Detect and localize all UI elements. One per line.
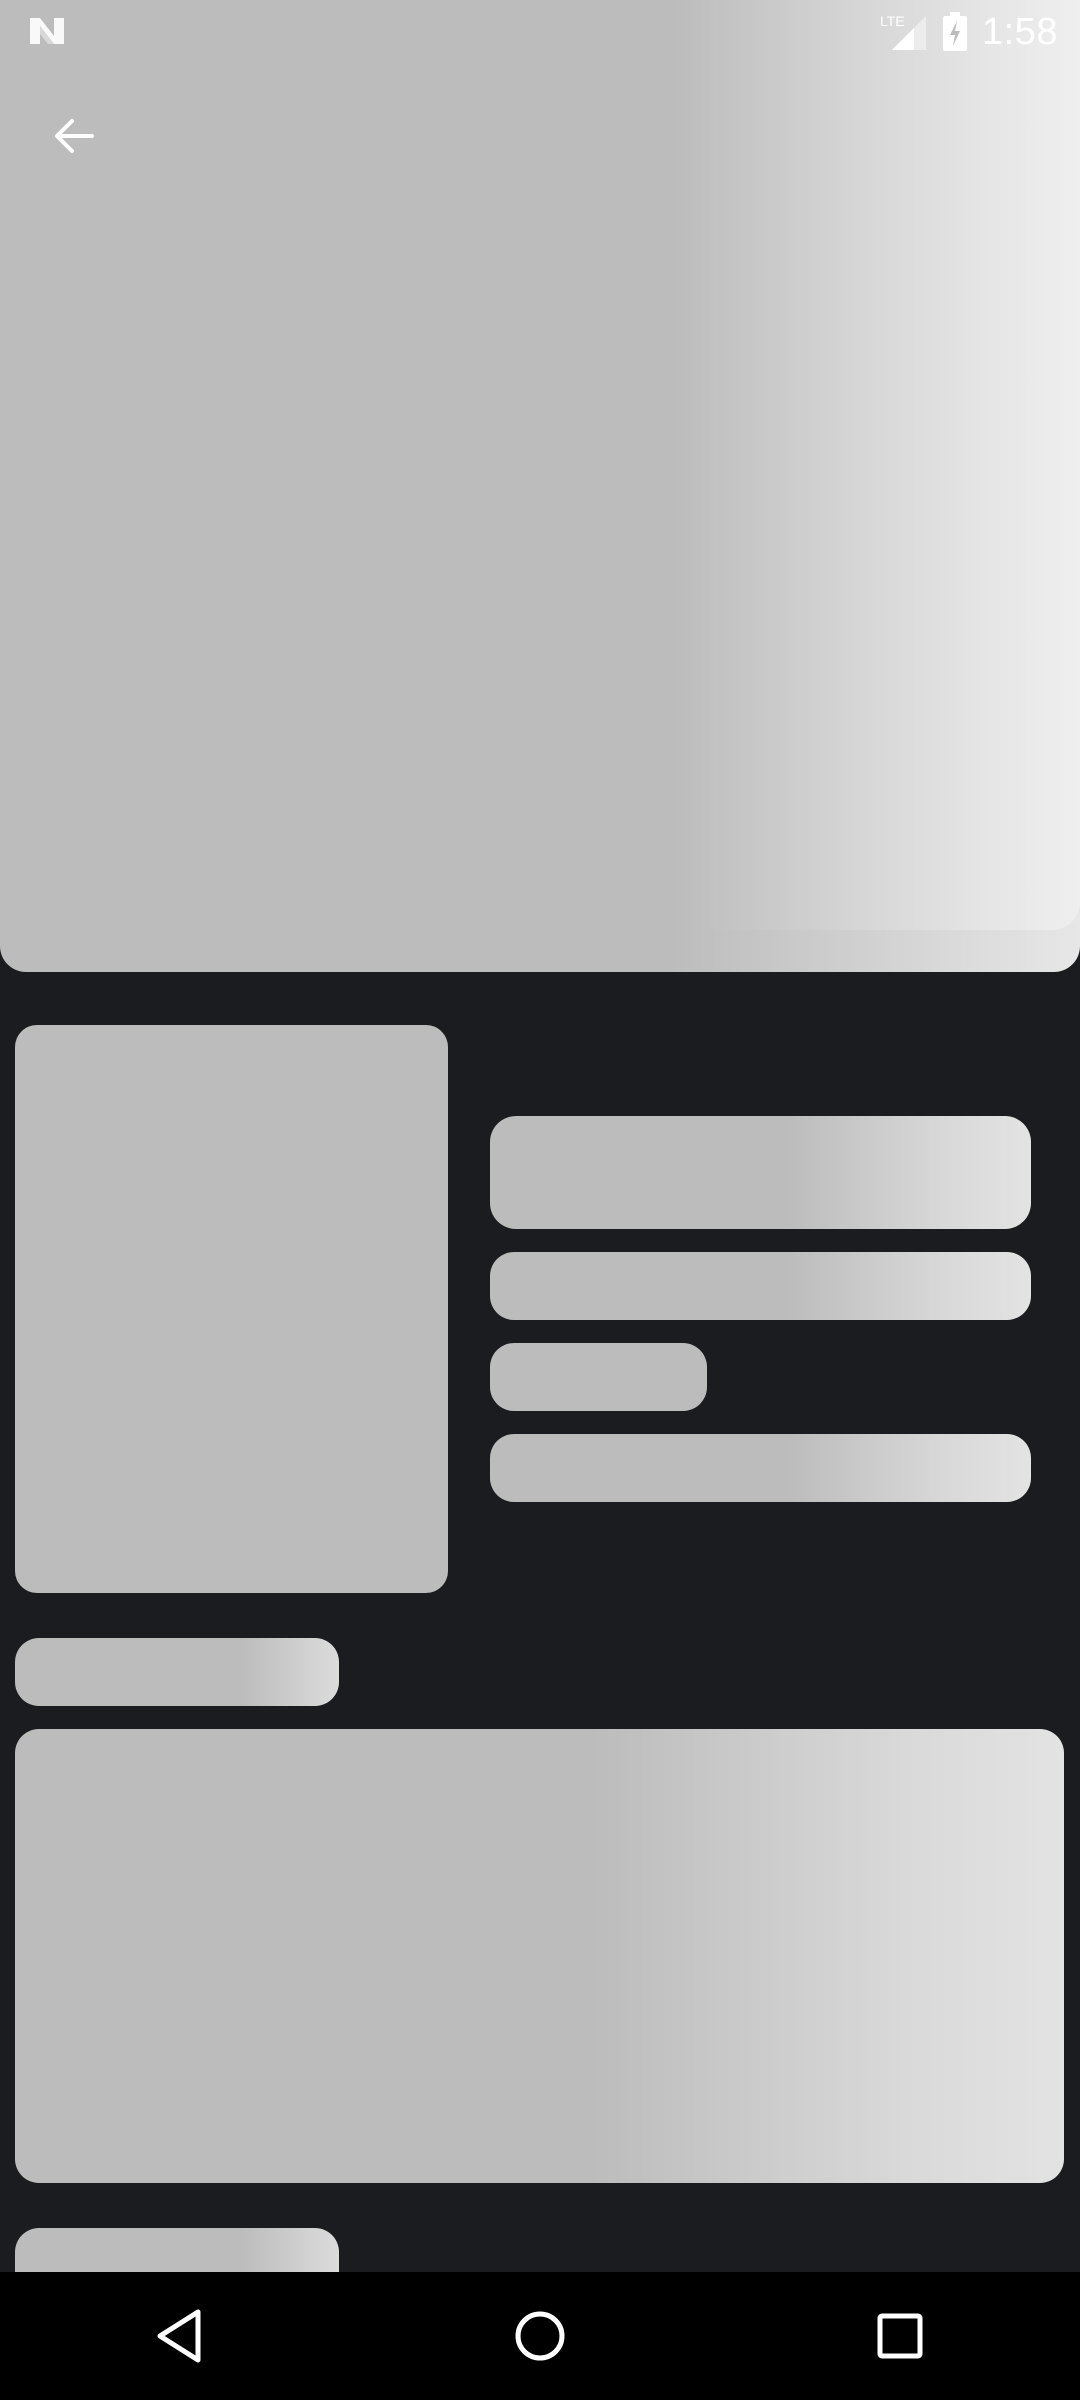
back-button[interactable]: [38, 100, 110, 172]
hero-backdrop-skeleton: [0, 0, 1080, 972]
nav-back-button[interactable]: [120, 2286, 240, 2386]
poster-skeleton: [15, 1025, 448, 1593]
status-bar: LTE 1:58: [0, 0, 1080, 63]
screen: LTE 1:58: [0, 0, 1080, 2400]
battery-charging-icon: [943, 12, 968, 51]
home-circle-icon: [515, 2311, 565, 2361]
overview-skeleton: [15, 1729, 1064, 2183]
section-label-skeleton: [15, 2228, 339, 2272]
meta-line-skeleton: [490, 1252, 1031, 1320]
navigation-bar: [0, 2272, 1080, 2400]
nav-home-button[interactable]: [480, 2286, 600, 2386]
section-label-skeleton: [15, 1638, 339, 1706]
arrow-left-icon: [55, 119, 94, 153]
recents-square-icon: [877, 2313, 923, 2359]
meta-line-skeleton: [490, 1434, 1031, 1502]
shimmer-highlight: [700, 0, 1080, 930]
lte-signal-icon: LTE: [880, 13, 927, 50]
lte-label: LTE: [880, 13, 905, 29]
status-time: 1:58: [982, 10, 1058, 53]
back-triangle-icon: [157, 2309, 201, 2363]
meta-line-short-skeleton: [490, 1343, 707, 1411]
title-skeleton: [490, 1116, 1031, 1229]
nav-recents-button[interactable]: [840, 2286, 960, 2386]
status-icons: LTE 1:58: [880, 8, 1058, 56]
notification-n-icon: [30, 18, 64, 44]
